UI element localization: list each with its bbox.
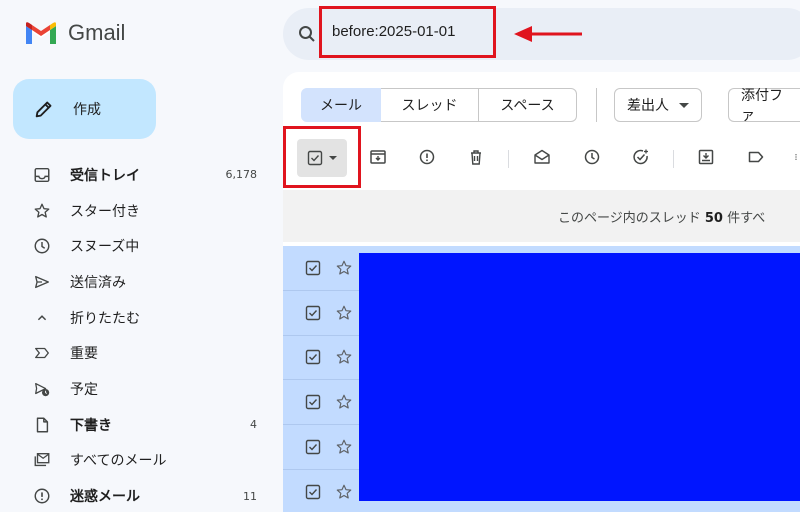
toolbar-divider (673, 150, 674, 168)
redacted-message-content (359, 253, 800, 501)
checkbox-checked-icon[interactable] (305, 439, 321, 455)
toolbar-divider (508, 150, 509, 168)
annotation-arrow (514, 26, 582, 42)
all-mail-icon (32, 450, 52, 470)
more-vert-icon (795, 154, 797, 160)
tab-threads[interactable]: スレッド (381, 88, 479, 122)
gmail-wordmark: Gmail (68, 20, 126, 45)
checkbox-checked-icon[interactable] (305, 260, 321, 276)
star-icon[interactable] (335, 304, 353, 322)
sidebar-item-sent[interactable]: 送信済み (0, 264, 275, 300)
spam-count: 11 (243, 489, 257, 503)
report-spam-button[interactable] (416, 146, 438, 168)
star-icon[interactable] (335, 348, 353, 366)
inbox-icon (32, 165, 52, 185)
caret-down-icon (679, 102, 689, 108)
star-icon[interactable] (335, 393, 353, 411)
move-to-icon (698, 149, 714, 165)
sidebar-item-starred[interactable]: スター付き (0, 193, 275, 229)
checkbox-checked-icon[interactable] (305, 349, 321, 365)
search-highlight-box (319, 6, 496, 58)
gmail-m-icon (26, 22, 56, 44)
banner-suffix: 件すべ (722, 211, 766, 226)
sidebar-item-label: 下書き (70, 417, 112, 434)
sidebar-item-drafts[interactable]: 下書き 4 (0, 407, 275, 443)
sidebar-item-label: 重要 (70, 346, 98, 363)
attachment-filter-dropdown[interactable]: 添付ファ (728, 88, 800, 124)
sender-filter-label: 差出人 (627, 98, 669, 114)
sidebar-item-snoozed[interactable]: スヌーズ中 (0, 228, 275, 264)
scheduled-icon (32, 379, 52, 399)
add-to-tasks-button[interactable] (630, 146, 652, 168)
compose-label: 作成 (73, 102, 101, 118)
sidebar-item-label: スヌーズ中 (70, 239, 140, 256)
delete-button[interactable] (465, 146, 487, 168)
select-all-highlight-box (283, 126, 361, 188)
more-options-button[interactable] (792, 146, 800, 168)
draft-icon (32, 415, 52, 435)
sidebar-nav: 受信トレイ 6,178 スター付き スヌーズ中 送信済み 折りたたむ 重要 予定… (0, 157, 275, 512)
trash-icon (471, 150, 481, 165)
checkbox-checked-icon[interactable] (305, 394, 321, 410)
clock-icon (32, 236, 52, 256)
star-icon[interactable] (335, 483, 353, 501)
archive-icon (370, 150, 386, 164)
unread-count: 6,178 (225, 168, 258, 182)
compose-button[interactable]: 作成 (13, 79, 156, 139)
sidebar-item-label: すべてのメール (70, 453, 167, 470)
sidebar-item-inbox[interactable]: 受信トレイ 6,178 (0, 157, 275, 193)
divider (596, 88, 597, 122)
open-envelope-icon (534, 149, 550, 164)
checkbox-checked-icon[interactable] (305, 305, 321, 321)
sidebar-item-all-mail[interactable]: すべてのメール (0, 443, 275, 479)
sidebar-item-label: 予定 (70, 381, 98, 398)
snooze-button[interactable] (581, 146, 603, 168)
important-icon (32, 343, 52, 363)
sidebar-item-scheduled[interactable]: 予定 (0, 371, 275, 407)
add-task-icon (633, 149, 648, 165)
search-chip-tabs: メール スレッド スペース (301, 88, 577, 122)
checkbox-checked-icon[interactable] (305, 484, 321, 500)
sidebar-item-label: スター付き (70, 203, 140, 220)
attachment-filter-label: 添付ファ (741, 88, 783, 124)
mark-as-read-button[interactable] (531, 146, 553, 168)
banner-count: 50 (704, 211, 723, 226)
sidebar-item-collapse[interactable]: 折りたたむ (0, 300, 275, 336)
chevron-up-icon (32, 308, 52, 328)
sender-filter-dropdown[interactable]: 差出人 (614, 88, 702, 122)
label-icon (748, 151, 764, 163)
pencil-icon (35, 101, 52, 118)
labels-button[interactable] (745, 146, 767, 168)
tab-mail[interactable]: メール (301, 88, 381, 122)
move-to-button[interactable] (695, 146, 717, 168)
sidebar-item-important[interactable]: 重要 (0, 335, 275, 371)
clock-icon (584, 149, 600, 165)
tab-spaces[interactable]: スペース (479, 88, 577, 122)
gmail-logo[interactable]: Gmail (24, 20, 125, 46)
send-icon (32, 272, 52, 292)
search-icon[interactable] (297, 24, 317, 44)
star-icon[interactable] (335, 259, 353, 277)
sidebar-item-label: 迷惑メール (70, 489, 140, 506)
star-icon (32, 201, 52, 221)
spam-icon (32, 486, 52, 506)
draft-count: 4 (250, 418, 257, 432)
archive-button[interactable] (367, 146, 389, 168)
select-all-banner-text: このページ内のスレッド 50 件すべ (558, 207, 765, 226)
sidebar-item-spam[interactable]: 迷惑メール 11 (0, 478, 275, 512)
sidebar-item-label: 受信トレイ (70, 167, 140, 184)
sidebar-item-label: 折りたたむ (70, 310, 140, 327)
star-icon[interactable] (335, 438, 353, 456)
spam-icon (419, 149, 435, 165)
banner-prefix: このページ内のスレッド (558, 211, 705, 226)
sidebar-item-label: 送信済み (70, 274, 126, 291)
